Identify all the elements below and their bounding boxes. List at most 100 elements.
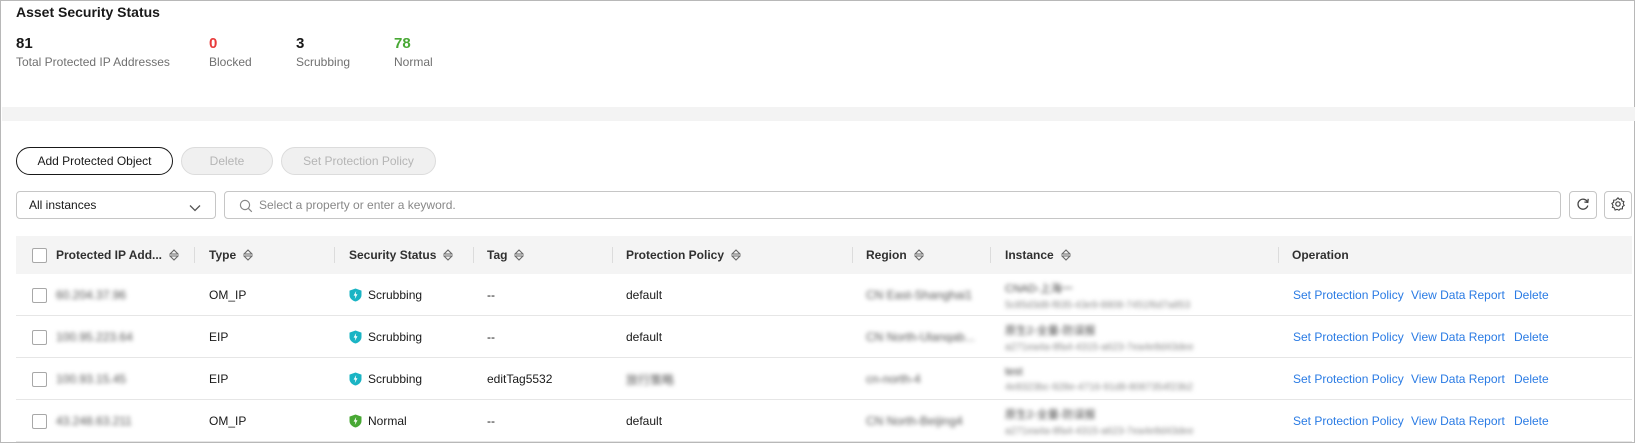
set-protection-policy-button[interactable]: Set Protection Policy [281,147,436,175]
shield-icon [349,330,362,344]
instance-name: CNAD-上海一 [1005,282,1073,295]
search-placeholder: Select a property or enter a keyword. [259,198,456,212]
stat-blocked-value: 0 [209,35,218,52]
column-security-status-label: Security Status [349,248,437,262]
sort-icon[interactable] [913,249,924,261]
policy-cell: default [626,288,663,302]
refresh-icon [1576,197,1590,214]
column-operation-label: Operation [1292,248,1349,262]
column-region[interactable]: Region [866,236,924,274]
instance-select-value: All instances [29,198,97,212]
column-separator [194,247,195,263]
table-row: 100.95.223.64 EIP Scrubbing -- default C… [16,316,1632,358]
region-cell: CN East-Shanghai1 [866,288,973,302]
row-checkbox[interactable] [32,358,47,400]
instance-cell: 原生2-全量-防误报 a271ea4a-8fa4-4315-a623-7ea4e… [1005,400,1194,442]
status-cell: Scrubbing [349,274,422,316]
column-protection-policy[interactable]: Protection Policy [626,236,742,274]
view-data-report-link[interactable]: View Data Report [1411,316,1505,358]
sort-icon[interactable] [731,249,742,261]
stat-scrubbing: 3 Scrubbing [296,35,350,69]
column-protected-ip-label: Protected IP Add... [56,248,163,262]
delete-button[interactable]: Delete [181,147,273,175]
ip-address: 100.95.223.64 [56,330,133,344]
stat-normal-label: Normal [394,55,433,69]
sort-icon[interactable] [443,249,454,261]
set-protection-policy-link[interactable]: Set Protection Policy [1293,400,1404,442]
row-checkbox[interactable] [32,274,47,316]
delete-link[interactable]: Delete [1514,400,1549,442]
region-cell: CN North-Ulanqab... [866,330,975,344]
delete-link[interactable]: Delete [1514,316,1549,358]
shield-icon [349,414,362,428]
chevron-down-icon [189,201,201,215]
sort-icon[interactable] [514,249,525,261]
shield-icon [349,288,362,302]
search-input[interactable]: Select a property or enter a keyword. [224,191,1561,219]
view-data-report-link[interactable]: View Data Report [1411,358,1505,400]
column-tag-label: Tag [487,248,508,262]
stat-scrubbing-value: 3 [296,35,305,52]
refresh-button[interactable] [1569,191,1597,219]
set-protection-policy-link[interactable]: Set Protection Policy [1293,274,1404,316]
instance-name: test [1005,365,1023,378]
column-instance[interactable]: Instance [1005,236,1071,274]
type-cell: EIP [209,372,229,386]
status-cell: Scrubbing [349,358,422,400]
add-protected-object-button[interactable]: Add Protected Object [16,147,173,175]
sort-icon[interactable] [1060,249,1071,261]
column-separator [473,247,474,263]
column-instance-label: Instance [1005,248,1054,262]
column-operation: Operation [1292,236,1349,274]
stat-blocked-label: Blocked [209,55,252,69]
type-cell: OM_IP [209,288,247,302]
set-protection-policy-link[interactable]: Set Protection Policy [1293,316,1404,358]
row-checkbox[interactable] [32,316,47,358]
status-text: Scrubbing [368,372,423,386]
column-separator [334,247,335,263]
sort-icon[interactable] [243,249,254,261]
column-type[interactable]: Type [209,236,254,274]
table-row: 43.248.63.211 OM_IP Normal -- default CN… [16,400,1632,442]
set-protection-policy-link[interactable]: Set Protection Policy [1293,358,1404,400]
column-type-label: Type [209,248,237,262]
column-separator [990,247,991,263]
policy-cell: default [626,330,663,344]
stat-blocked: 0 Blocked [209,35,252,69]
column-separator [1278,247,1279,263]
instance-name: 原生2-全量-防误报 [1005,408,1096,421]
stat-scrubbing-label: Scrubbing [296,55,351,69]
view-data-report-link[interactable]: View Data Report [1411,400,1505,442]
select-all-checkbox[interactable] [32,236,47,274]
view-data-report-link[interactable]: View Data Report [1411,274,1505,316]
instance-id: a271ea4a-8fa4-4315-a623-7ea4e8d43dee [1005,341,1194,353]
table-header: Protected IP Add... Type Security Status… [16,236,1632,274]
instance-name: 原生2-全量-防误报 [1005,324,1096,337]
delete-link[interactable]: Delete [1514,274,1549,316]
ip-address: 100.93.15.45 [56,372,127,386]
delete-link[interactable]: Delete [1514,358,1549,400]
table-row: 100.93.15.45 EIP Scrubbing editTag5532 放… [16,358,1632,400]
column-tag[interactable]: Tag [487,236,525,274]
type-cell: OM_IP [209,414,247,428]
search-icon [239,199,253,216]
status-cell: Normal [349,400,407,442]
settings-button[interactable] [1604,191,1632,219]
column-region-label: Region [866,248,907,262]
row-checkbox[interactable] [32,400,47,442]
column-protected-ip[interactable]: Protected IP Add... [56,236,180,274]
sort-icon[interactable] [169,249,180,261]
section-divider [2,107,1635,121]
tag-cell: -- [487,414,495,428]
instance-select[interactable]: All instances [16,191,216,219]
ip-address: 43.248.63.211 [56,414,132,428]
column-protection-policy-label: Protection Policy [626,248,725,262]
region-cell: CN North-Beijing4 [866,414,963,428]
column-security-status[interactable]: Security Status [349,236,454,274]
column-separator [852,247,853,263]
status-text: Scrubbing [368,288,423,302]
type-cell: EIP [209,330,229,344]
tag-cell: -- [487,330,495,344]
tag-cell: -- [487,288,495,302]
shield-icon [349,372,362,386]
